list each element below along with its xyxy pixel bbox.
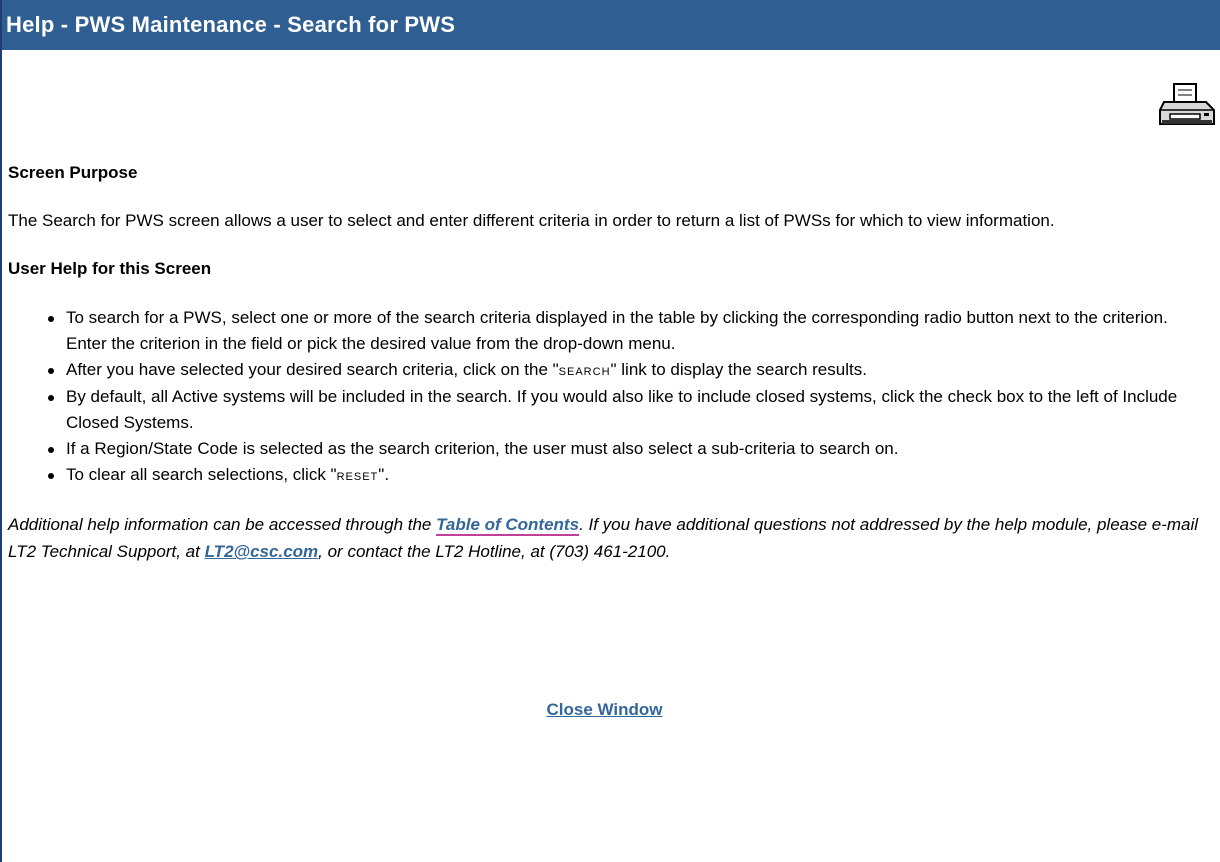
printer-icon[interactable] — [1156, 80, 1218, 130]
list-item: To search for a PWS, select one or more … — [8, 305, 1213, 357]
additional-text-part: , or contact the LT2 Hotline, at (703) 4… — [318, 542, 671, 561]
list-item: By default, all Active systems will be i… — [8, 384, 1213, 436]
list-item-text: ". — [378, 465, 390, 484]
user-help-heading: User Help for this Screen — [8, 259, 212, 278]
table-of-contents-link[interactable]: Table of Contents — [436, 515, 580, 536]
list-item: If a Region/State Code is selected as th… — [8, 436, 1213, 462]
list-item-text: To search for a PWS, select one or more … — [66, 308, 1168, 353]
screen-purpose-text: The Search for PWS screen allows a user … — [8, 211, 1055, 230]
additional-text-part: Additional help information can be acces… — [8, 515, 437, 534]
user-help-list: To search for a PWS, select one or more … — [8, 305, 1213, 489]
list-item: To clear all search selections, click "R… — [8, 462, 1213, 489]
close-window-link[interactable]: Close Window — [546, 700, 662, 719]
email-link[interactable]: LT2@csc.com — [205, 542, 319, 561]
list-item-text: To clear all search selections, click " — [66, 465, 337, 484]
help-content: Screen Purpose The Search for PWS screen… — [8, 160, 1213, 565]
list-item: After you have selected your desired sea… — [8, 357, 1213, 384]
list-item-text: After you have selected your desired sea… — [66, 360, 559, 379]
close-window-container: Close Window — [2, 700, 1207, 720]
help-window: Help - PWS Maintenance - Search for PWS … — [0, 0, 1220, 862]
list-item-text: " link to display the search results. — [610, 360, 867, 379]
list-item-text: By default, all Active systems will be i… — [66, 387, 1178, 432]
search-keyword: SEARCH — [558, 362, 611, 379]
reset-keyword: RESET — [336, 467, 379, 484]
list-item-text: If a Region/State Code is selected as th… — [66, 439, 899, 458]
page-title: Help - PWS Maintenance - Search for PWS — [2, 0, 1220, 50]
additional-help-text: Additional help information can be acces… — [8, 511, 1213, 565]
screen-purpose-heading: Screen Purpose — [8, 163, 138, 182]
